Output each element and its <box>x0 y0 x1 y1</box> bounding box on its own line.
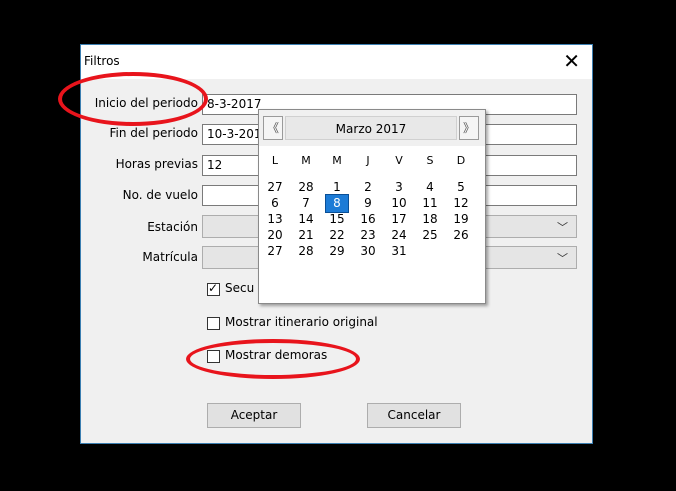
itinerario-label: Mostrar itinerario original <box>225 315 378 329</box>
calendar-day[interactable]: 11 <box>419 195 441 212</box>
calendar-day[interactable]: 27 <box>264 243 286 260</box>
calendar-day[interactable]: 13 <box>264 211 286 228</box>
label-vuelo: No. de vuelo <box>122 188 198 202</box>
prev-month-icon[interactable]: 《 <box>263 116 283 140</box>
calendar-day[interactable]: 23 <box>357 227 379 244</box>
cancelar-button[interactable]: Cancelar <box>367 403 461 428</box>
calendar-day[interactable]: 4 <box>419 179 441 196</box>
calendar-day[interactable]: 5 <box>450 179 472 196</box>
calendar-day[interactable]: 22 <box>326 227 348 244</box>
calendar-day[interactable]: 29 <box>326 243 348 260</box>
aceptar-button[interactable]: Aceptar <box>207 403 301 428</box>
weekday-header: M <box>301 154 311 167</box>
calendar-day[interactable]: 31 <box>388 243 410 260</box>
calendar-day[interactable]: 26 <box>450 227 472 244</box>
calendar-day[interactable]: 3 <box>388 179 410 196</box>
calendar-day[interactable]: 18 <box>419 211 441 228</box>
annotation-circle-demoras <box>186 339 360 379</box>
label-fin: Fin del periodo <box>109 126 199 140</box>
calendar-day[interactable]: 12 <box>450 195 472 212</box>
calendar-day[interactable]: 30 <box>357 243 379 260</box>
weekday-header: S <box>426 154 434 167</box>
calendar-day[interactable]: 28 <box>295 243 317 260</box>
secu-checkbox[interactable] <box>207 281 220 296</box>
calendar-day[interactable]: 19 <box>450 211 472 228</box>
calendar-day[interactable]: 7 <box>295 195 317 212</box>
calendar-day[interactable]: 15 <box>326 211 348 228</box>
weekday-header: L <box>271 154 279 167</box>
close-icon[interactable]: ✕ <box>563 49 580 73</box>
annotation-circle-inicio <box>58 72 208 126</box>
weekday-header: D <box>456 154 466 167</box>
calendar-day[interactable]: 27 <box>264 179 286 196</box>
calendar-day[interactable]: 14 <box>295 211 317 228</box>
chevron-down-icon: ﹀ <box>557 252 568 265</box>
calendar-day[interactable]: 6 <box>264 195 286 212</box>
calendar-day[interactable]: 28 <box>295 179 317 196</box>
date-picker-popup: 《 Marzo 2017 》 LMMJVSD 27 28 1 2 3 4 5 6 7 8 9 10 11… <box>258 109 486 304</box>
calendar-day[interactable]: 21 <box>295 227 317 244</box>
calendar-day[interactable]: 17 <box>388 211 410 228</box>
dialog-title: Filtros <box>84 54 120 68</box>
calendar-day[interactable]: 16 <box>357 211 379 228</box>
label-horas: Horas previas <box>115 157 198 171</box>
calendar-day[interactable]: 24 <box>388 227 410 244</box>
calendar-day-selected[interactable]: 8 <box>325 194 349 213</box>
next-month-icon[interactable]: 》 <box>459 116 479 140</box>
calendar-day[interactable]: 2 <box>357 179 379 196</box>
calendar-day[interactable]: 9 <box>357 195 379 212</box>
label-matricula: Matrícula <box>142 250 198 264</box>
calendar-header: 《 Marzo 2017 》 <box>259 110 485 146</box>
chevron-down-icon: ﹀ <box>557 221 568 234</box>
calendar-day[interactable]: 1 <box>326 179 348 196</box>
weekday-header: M <box>332 154 342 167</box>
calendar-day[interactable]: 20 <box>264 227 286 244</box>
itinerario-checkbox[interactable] <box>207 317 220 330</box>
calendar-day[interactable]: 25 <box>419 227 441 244</box>
secu-label: Secu <box>225 281 255 295</box>
calendar-month-label[interactable]: Marzo 2017 <box>285 116 457 140</box>
label-estacion: Estación <box>147 220 198 234</box>
calendar-day[interactable]: 10 <box>388 195 410 212</box>
weekday-header: V <box>395 154 403 167</box>
weekday-header: J <box>366 154 370 167</box>
